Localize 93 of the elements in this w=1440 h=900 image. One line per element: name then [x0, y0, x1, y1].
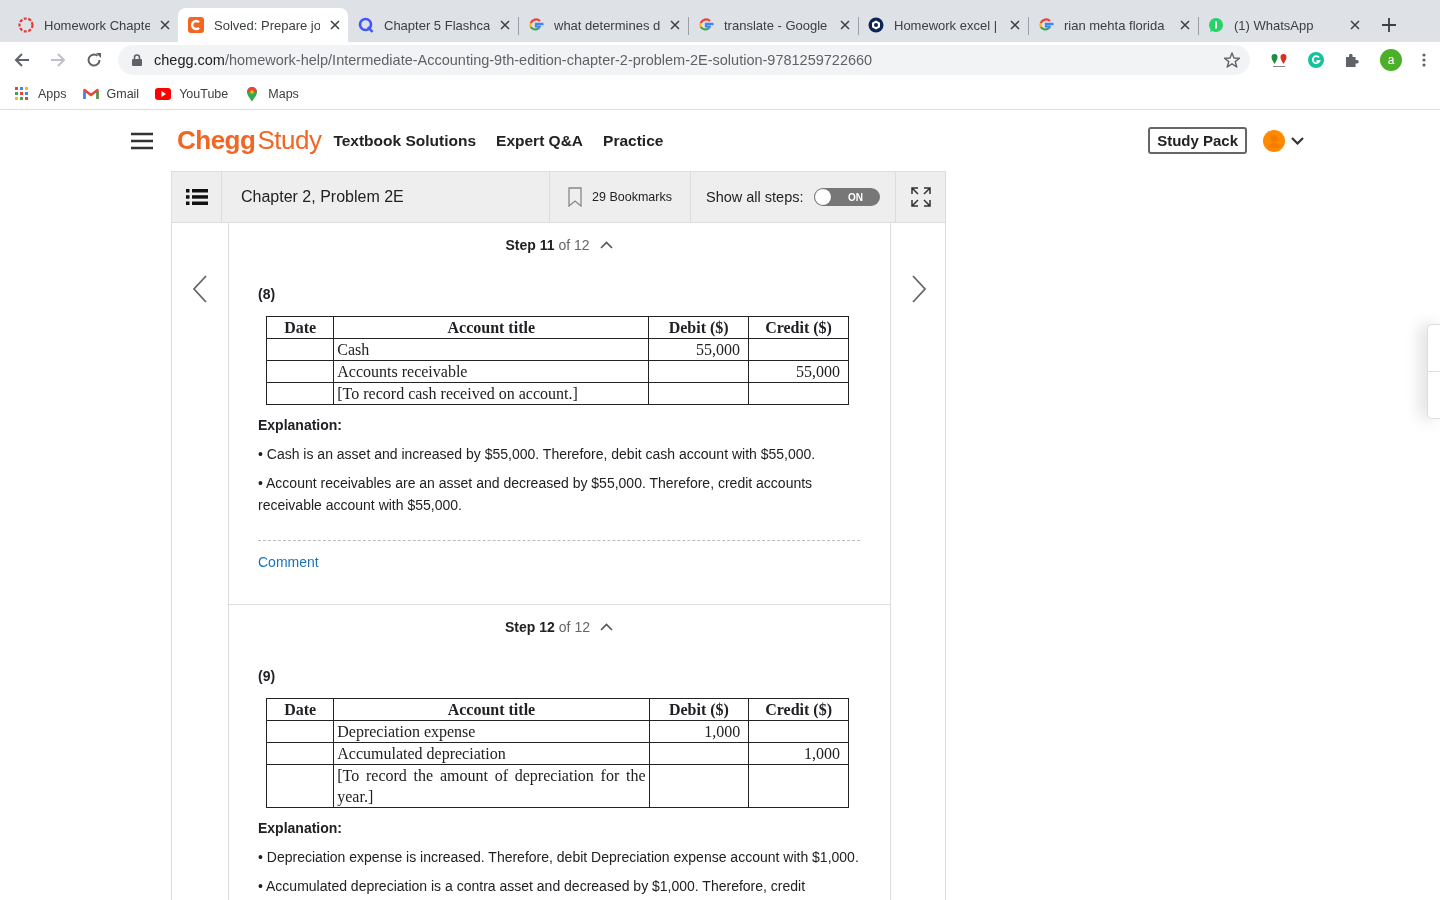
bookmark-link[interactable]: Gmail — [82, 85, 140, 102]
table-cell: 55,000 — [648, 338, 749, 361]
explanation-text: • Depreciation expense is increased. Therefore, debit Depreciation expense account with $1,000. — [258, 848, 860, 867]
browser-tab[interactable]: translate - Google — [688, 8, 858, 42]
tab-title: Homework excel | — [894, 17, 999, 33]
close-icon[interactable] — [670, 20, 680, 30]
problem-title: Chapter 2, Problem 2E — [241, 188, 404, 206]
g-logo-icon — [698, 17, 714, 33]
close-icon[interactable] — [1010, 20, 1020, 30]
table-cell: 1,000 — [748, 742, 849, 765]
table-cell: 55,000 — [748, 360, 849, 383]
table-cell: Accounts receivable — [333, 360, 649, 383]
explanation-text: • Accumulated depreciation is a contra asset and decreased by $1,000. Therefore, credit — [258, 877, 807, 896]
browser-tab[interactable]: (1) WhatsApp — [1198, 8, 1368, 42]
browser-tab[interactable]: rian mehta florida — [1028, 8, 1198, 42]
chevron-left-icon[interactable] — [193, 275, 207, 303]
column-header: Date — [266, 698, 334, 721]
bookmarks-button[interactable]: 29 Bookmarks — [568, 187, 672, 207]
chevron-right-icon[interactable] — [912, 275, 926, 303]
part-label: (9) — [258, 668, 277, 684]
explanation-text: • Account receivables are an asset and decreased by $55,000. Therefore, credit accounts receivable account with $55,000. — [258, 474, 814, 515]
table-cell: Cash — [333, 338, 649, 361]
tab-title: (1) WhatsApp — [1234, 17, 1315, 33]
reload-icon[interactable] — [86, 52, 102, 68]
map-pins-icon[interactable] — [1270, 52, 1288, 68]
explanation-text: • Cash is an asset and increased by $55,000. Therefore, debit cash account with $55,000. — [258, 445, 817, 464]
column-header: Account title — [333, 698, 650, 721]
g-logo-icon — [1038, 17, 1054, 33]
table-cell: [To record cash received on account.] — [333, 382, 649, 405]
column-header: Credit ($) — [748, 698, 849, 721]
column-header: Account title — [333, 316, 649, 339]
browser-tab[interactable]: Chapter 5 Flashca — [348, 8, 518, 42]
back-arrow-icon[interactable] — [14, 52, 30, 68]
ring-icon — [18, 17, 34, 33]
star-icon[interactable] — [1224, 52, 1240, 68]
chevron-up-icon — [599, 241, 613, 249]
apps-grid-icon — [14, 85, 30, 102]
expand-icon[interactable] — [910, 187, 931, 207]
show-all-steps-label: Show all steps: — [706, 189, 804, 205]
bookmark-icon — [568, 187, 583, 207]
new-tab-icon[interactable] — [1382, 18, 1396, 32]
close-icon[interactable] — [160, 20, 170, 30]
more-menu-icon[interactable] — [1422, 53, 1426, 67]
c-logo-icon — [188, 17, 204, 33]
menu-icon[interactable] — [131, 131, 153, 150]
column-header: Credit ($) — [748, 316, 849, 339]
bookmark-link[interactable]: YouTube — [155, 85, 229, 102]
browser-tab[interactable]: what determines d — [518, 8, 688, 42]
column-header: Debit ($) — [649, 698, 749, 721]
close-icon[interactable] — [1180, 20, 1190, 30]
tab-title: Solved: Prepare jo — [214, 17, 320, 33]
address-bar[interactable]: chegg.com/homework-help/Intermediate-Accounting-9th-edition-chapter-2-problem-2E-solution-9781259722660 — [118, 45, 1250, 75]
table-cell: 1,000 — [649, 720, 749, 743]
toggle-switch[interactable]: ON — [813, 188, 880, 206]
explanation-heading: Explanation: — [258, 820, 343, 836]
table-cell: [To record the amount of depreciation for the year.] — [333, 764, 650, 808]
chevron-up-icon — [599, 623, 613, 631]
url-text: chegg.com/homework-help/Intermediate-Accounting-9th-edition-chapter-2-problem-2E-solution-9781259722660 — [154, 52, 873, 68]
comment-link[interactable]: Comment — [258, 554, 319, 570]
puzzle-icon[interactable] — [1344, 52, 1360, 68]
lock-icon — [132, 54, 142, 66]
tab-title: rian mehta florida — [1064, 17, 1166, 33]
g-logo-icon — [528, 17, 544, 33]
bookmark-link[interactable]: Maps — [244, 85, 299, 102]
browser-tab[interactable]: Homework excel | — [858, 8, 1028, 42]
table-cell: Depreciation expense — [333, 720, 650, 743]
step-toggle[interactable]: Step 12 of 12 — [505, 617, 613, 637]
step-toggle[interactable]: Step 11 of 12 — [505, 235, 613, 255]
chat-bubble-icon — [1208, 17, 1224, 33]
chevron-down-icon[interactable] — [1291, 136, 1304, 145]
list-icon[interactable] — [185, 189, 208, 205]
nav-link[interactable]: Practice — [603, 131, 664, 150]
user-avatar-icon[interactable] — [1263, 129, 1285, 152]
bookmark-link[interactable]: Apps — [14, 85, 67, 102]
close-icon[interactable] — [330, 20, 340, 30]
tab-title: what determines d — [554, 17, 660, 33]
close-icon[interactable] — [1350, 20, 1360, 30]
study-pack-button[interactable]: Study Pack — [1148, 127, 1247, 154]
play-button-icon — [155, 85, 172, 102]
column-header: Date — [266, 316, 334, 339]
browser-tab[interactable]: Solved: Prepare jo — [178, 8, 348, 42]
close-icon[interactable] — [840, 20, 850, 30]
column-header: Debit ($) — [648, 316, 749, 339]
nav-link[interactable]: Textbook Solutions — [333, 131, 477, 150]
tab-title: translate - Google — [724, 17, 829, 33]
part-label: (8) — [258, 286, 277, 302]
nav-link[interactable]: Expert Q&A — [496, 131, 584, 150]
q-logo-icon — [358, 17, 374, 33]
hexagon-logo-icon — [868, 17, 884, 33]
table-cell: Accumulated depreciation — [333, 742, 650, 765]
tab-title: Chapter 5 Flashca — [384, 17, 490, 33]
explanation-heading: Explanation: — [258, 417, 343, 433]
close-icon[interactable] — [500, 20, 510, 30]
